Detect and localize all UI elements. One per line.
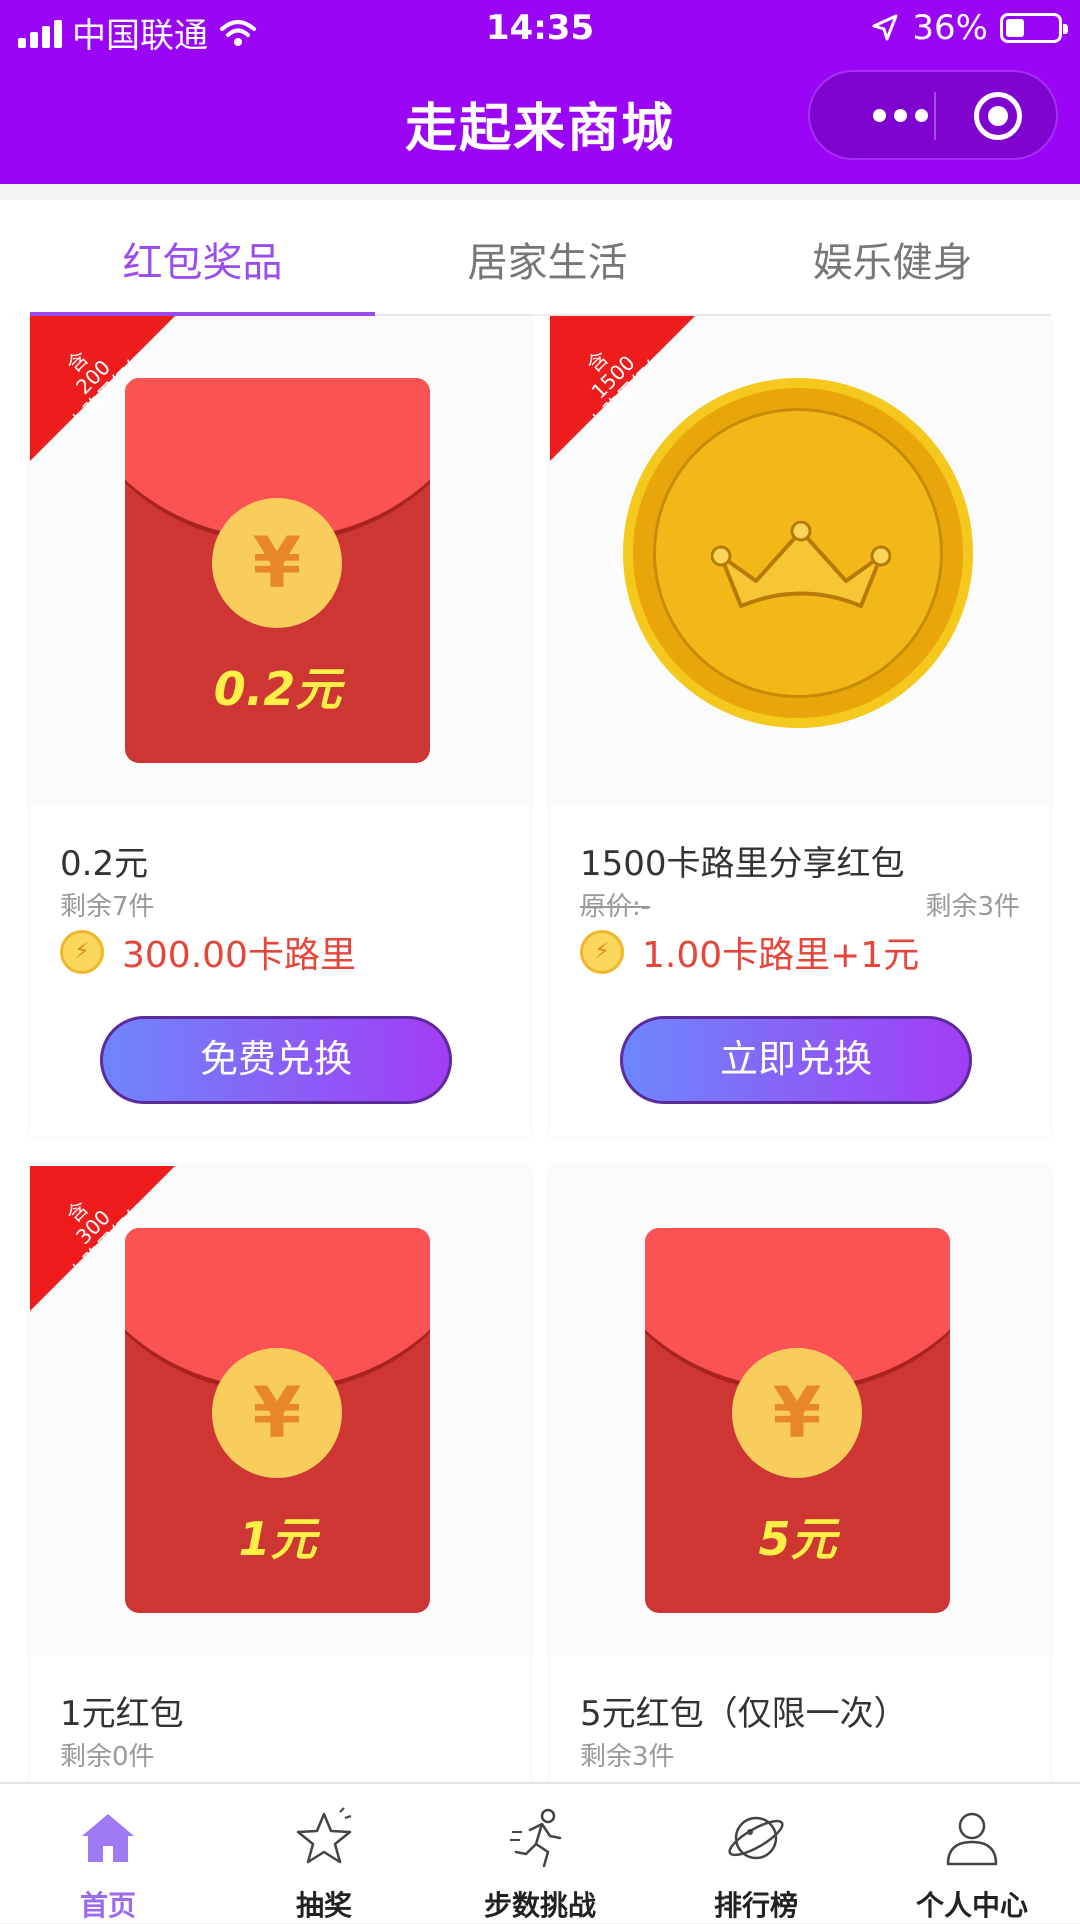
status-bar: 中国联通 14:35 36% [0,0,1080,62]
product-price: 300.00卡路里 [122,935,356,976]
location-arrow-icon [872,14,898,41]
capsule-divider [934,92,936,140]
redeem-button[interactable]: 立即兑换 [620,1016,972,1104]
yuan-coin-icon: ¥ [212,498,342,628]
envelope-amount: 5元 [758,1512,837,1566]
calorie-coin-icon: ⚡ [580,930,624,974]
product-card[interactable]: 含 1500 卡路里红包 1500卡路里分享红包 原价:- 剩余3件 ⚡ 1.0… [550,316,1050,1136]
user-icon [946,1812,998,1866]
price-row: ⚡ 1.00卡路里+1元 [580,926,919,978]
main-content: 红包奖品 居家生活 娱乐健身 ¥ 0.2元 含 200 卡路里红包 0.2元 剩… [0,200,1080,1782]
tabbar-item-lottery[interactable]: 抽奖 [216,1806,432,1924]
mini-program-capsule [808,70,1058,160]
stock-label: 剩余0件 [60,1742,155,1772]
tabbar-label: 抽奖 [295,1889,352,1922]
red-envelope-image: ¥ 5元 [645,1228,950,1613]
original-price: 原价:- [580,892,651,922]
product-name: 1元红包 [60,1694,184,1734]
price-row: ⚡ 300.00卡路里 [60,926,356,978]
stock-label: 剩余3件 [580,1742,675,1772]
tabbar-label: 步数挑战 [483,1889,596,1922]
stock-label: 剩余7件 [60,892,155,922]
status-right: 36% [870,8,1068,48]
battery-icon [1000,13,1068,43]
tabbar-item-profile[interactable]: 个人中心 [864,1806,1080,1924]
planet-icon [728,1816,784,1860]
tabbar-label: 首页 [79,1889,136,1922]
redeem-button[interactable]: 免费兑换 [100,1016,452,1104]
more-dots-icon[interactable] [840,72,960,158]
category-tabs: 红包奖品 居家生活 娱乐健身 [30,200,1050,316]
product-price: 1.00卡路里+1元 [642,935,920,976]
product-card[interactable]: ¥ 5元 5元红包（仅限一次） 剩余3件 [550,1166,1050,1782]
envelope-amount: 0.2元 [213,662,342,716]
calorie-coin-icon: ⚡ [60,930,104,974]
nav-bar: 走起来商城 [0,62,1080,184]
running-icon [510,1808,562,1868]
product-card[interactable]: ¥ 1元 含 300 卡路里红包 1元红包 剩余0件 [30,1166,530,1782]
yuan-coin-icon: ¥ [212,1348,342,1478]
tab-red-packet[interactable]: 红包奖品 [30,230,375,288]
tabbar-item-home[interactable]: 首页 [0,1806,216,1924]
product-name: 1500卡路里分享红包 [580,844,905,884]
crown-icon [711,521,891,608]
product-image: ¥ 5元 [550,1166,1050,1656]
battery-percent: 36% [912,8,988,48]
star-icon [296,1807,352,1864]
envelope-amount: 1元 [238,1512,317,1566]
tabbar-label: 排行榜 [713,1889,798,1922]
stock-label: 剩余3件 [925,892,1020,922]
bottom-tab-bar: 首页 抽奖 步数挑战 排行榜 个人中心 [0,1782,1080,1923]
tabbar-item-leaderboard[interactable]: 排行榜 [648,1806,864,1924]
tab-entertainment-fitness[interactable]: 娱乐健身 [720,230,1065,288]
tabbar-label: 个人中心 [915,1889,1028,1922]
product-name: 5元红包（仅限一次） [580,1694,908,1734]
tab-home-life[interactable]: 居家生活 [375,230,720,288]
target-circle-icon[interactable] [974,92,1022,140]
home-icon [82,1814,134,1862]
tabbar-item-step-challenge[interactable]: 步数挑战 [432,1806,648,1924]
product-name: 0.2元 [60,844,149,884]
product-card[interactable]: ¥ 0.2元 含 200 卡路里红包 0.2元 剩余7件 ⚡ 300.00卡路里… [30,316,530,1136]
yuan-coin-icon: ¥ [732,1348,862,1478]
